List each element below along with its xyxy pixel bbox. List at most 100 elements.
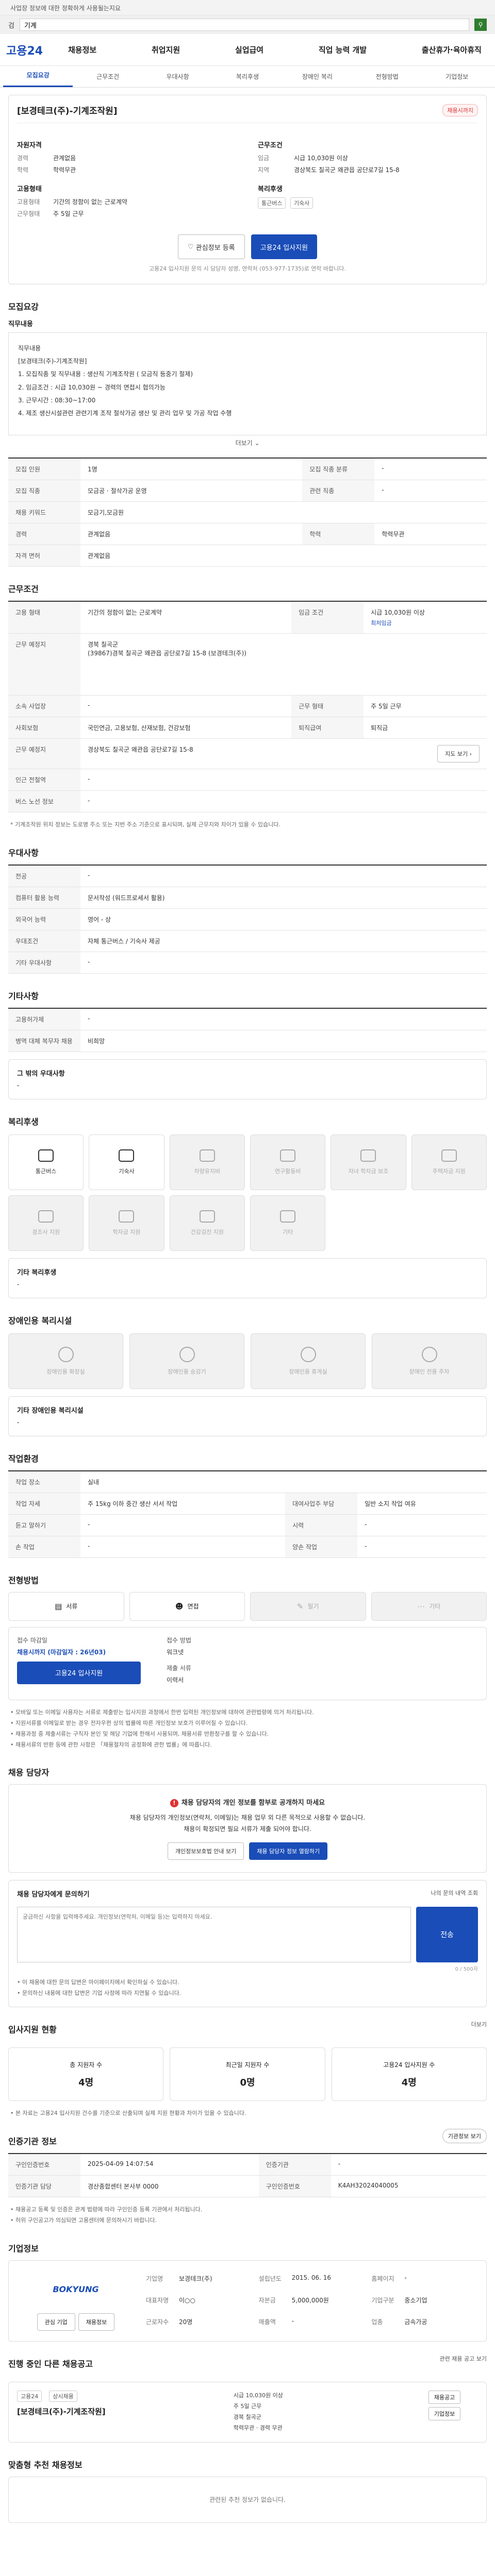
summary-right: 근무조건 임금 시급 10,030원 이상 지역 경상북도 칠곡군 왜관읍 공단로7…: [258, 130, 478, 221]
table-row: 채용 키워드 모금기,모금원: [8, 501, 487, 523]
gnb-item-parental-leave[interactable]: 출산휴가·육아휴직: [422, 44, 482, 55]
company-row: 기업명 보경테크(주): [146, 2275, 212, 2283]
apply-right: 접수 방법 워크넷 제출 서류 이력서: [167, 1636, 191, 1684]
table-row: 인근 전철역 -: [8, 769, 487, 791]
bus-icon: [38, 1149, 54, 1162]
related-job-button[interactable]: 채용공고: [428, 2391, 461, 2404]
tab-benefits[interactable]: 복리후생: [212, 66, 282, 87]
summary-row: 임금 시급 10,030원 이상: [258, 155, 348, 162]
magnifier-icon[interactable]: ⚲: [474, 19, 487, 31]
tab-work-conditions[interactable]: 근무조건: [73, 66, 142, 87]
disability-title: 장애인용 복리시설: [8, 1315, 72, 1326]
related-link[interactable]: 관련 채용 공고 보기: [440, 2354, 487, 2363]
stat-card: 총 지원자 수 4명: [8, 2047, 164, 2102]
top-banner: 사업장 정보에 대한 정확하게 사용될는지요: [0, 0, 495, 15]
section-tabs: 모집요강 근무조건 우대사항 복리후생 장애인 복리 전형방법 기업정보: [0, 66, 495, 88]
gnb-item-vocational-training[interactable]: 직업 능력 개발: [319, 44, 367, 55]
benefit-card: 통근버스: [8, 1134, 84, 1190]
graduation-icon: [119, 1210, 135, 1223]
related-job-card[interactable]: 고용24 상시채용 [보경테크(주)-기계조작원] 시급 10,030원 이상 …: [8, 2382, 487, 2443]
table-row: 인증기관 담당 경산종합센터 본사부 0000 구인인증번호 K4AH32024040…: [8, 2175, 487, 2198]
map-button[interactable]: 지도 보기 ›: [437, 745, 480, 762]
table-row: 작업 자세 주 15kg 이하 중간 생산 서서 작업 대여사업주 부담 일반 소지 …: [8, 1493, 487, 1515]
org-title: 인증기관 정보: [8, 2137, 57, 2147]
inquiry-history-link[interactable]: 나의 문의 내역 조회: [431, 1889, 478, 1903]
benefit-badge: 통근버스: [258, 197, 286, 209]
recommend-empty: 관련된 추천 정보가 없습니다.: [8, 2476, 487, 2523]
org-info-button[interactable]: 기관정보 보기: [442, 2129, 487, 2144]
flask-icon: [280, 1149, 296, 1162]
benefits-title: 복리후생: [8, 1116, 39, 1127]
company-row: 기업구분 중소기업: [371, 2297, 427, 2304]
env-section: 작업환경 작업 장소 실내 작업 자세 주 15kg 이하 중간 생산 서서 작업 대…: [8, 1452, 487, 1558]
tab-recruit[interactable]: 모집요강: [3, 64, 73, 87]
dots-icon: ⋯: [417, 1601, 425, 1611]
org-table: 구인인증번호 2025-04-09 14:07:54 인증기관 - 인증기관 담당 경산…: [8, 2153, 487, 2198]
tab-disability-facilities[interactable]: 장애인 복리: [283, 66, 352, 87]
summary-grid: 자원자격 경력 관계없음 학력 학력무관 고용형태 고용형태 기간의 정함이 없는 근…: [17, 130, 478, 221]
summary-left: 자원자격 경력 관계없음 학력 학력무관 고용형태 고용형태 기간의 정함이 없는 근…: [17, 130, 237, 221]
inquiry-send-button[interactable]: 전송: [416, 1906, 478, 1962]
disability-detail-box: 기타 장애인용 복리시설 -: [8, 1396, 487, 1436]
related-company-button[interactable]: 기업정보: [428, 2407, 461, 2421]
table-row: 고용 형태 기간의 정함이 없는 근로계약 임금 조건 시급 10,030원 이상 최저…: [8, 601, 487, 634]
manager-section: 채용 담당자 ! 채용 담당자의 개인 정보를 함부로 공개하지 마세요 채용 담…: [8, 1766, 487, 2008]
selection-section: 전형방법 ▤ 서류 ☻ 면접 ✎ 필기 ⋯ 기타 접수 마감일 채용시까지 (마감일자 …: [8, 1573, 487, 1751]
table-row: 경력 관계없음 학력 학력무관: [8, 523, 487, 545]
recruit-section: 모집요강 직무내용 직무내용 [보경테크(주)-기계조작원] 1. 모집직종 및…: [8, 300, 487, 567]
tab-company[interactable]: 기업정보: [422, 66, 492, 87]
company-jobs-button[interactable]: 채용정보: [78, 2313, 115, 2331]
related-title: 진행 중인 다른 채용공고: [8, 2359, 93, 2369]
inquiry-input[interactable]: [17, 1906, 411, 1962]
apply-button[interactable]: 고용24 입사지원: [251, 234, 318, 259]
gnb-item-unemployment-benefit[interactable]: 실업급여: [235, 44, 263, 55]
manager-title: 채용 담당자: [8, 1768, 50, 1778]
heart-icon: ♡: [187, 243, 196, 251]
stats-more-link[interactable]: 더보기: [471, 2020, 487, 2028]
scrap-button[interactable]: ♡ 관심정보 등록: [177, 234, 245, 259]
table-row: 사회보험 국민연금, 고용보험, 산재보험, 건강보험 퇴직급여 퇴직금: [8, 717, 487, 739]
apply-submit-button[interactable]: 고용24 입사지원: [17, 1661, 141, 1684]
extra-preference-box: 그 밖의 우대사항 -: [8, 1059, 487, 1099]
favorite-company-button[interactable]: 관심 기업: [37, 2313, 75, 2331]
method-other: ⋯ 기타: [371, 1591, 487, 1621]
stats-row: 총 지원자 수 4명 최근일 지원자 수 0명 고용24 입사지원 수 4명: [8, 2047, 487, 2102]
company-title: 기업정보: [8, 2244, 39, 2254]
benefit-detail-box: 기타 복리후생 -: [8, 1258, 487, 1298]
disability-card: 장애인용 휴게실: [251, 1333, 366, 1389]
chevron-right-icon: ›: [469, 751, 472, 757]
disability-card: 장애인용 화장실: [8, 1333, 123, 1389]
benefit-badges: 통근버스 기숙사: [258, 197, 478, 209]
gnb-item-job-info[interactable]: 채용정보: [68, 44, 96, 55]
site-logo[interactable]: 고용24: [6, 42, 53, 58]
company-row: 매출액 -: [258, 2317, 294, 2326]
work-condition-heading: 근무조건: [258, 142, 283, 149]
prefer-table: 전공 - 컴퓨터 활용 능력 문서작성 (워드프로세서 활용) 외국어 능력 영어 -…: [8, 864, 487, 974]
view-manager-button[interactable]: 채용 담당자 정보 열람하기: [249, 1842, 328, 1860]
company-row: 설립년도 2015. 06. 16: [258, 2274, 331, 2283]
company-row: 자본금 5,000,000원: [258, 2297, 329, 2304]
prefer-section: 우대사항 전공 - 컴퓨터 활용 능력 문서작성 (워드프로세서 활용) 외국어 능…: [8, 846, 487, 974]
tab-selection[interactable]: 전형방법: [352, 66, 422, 87]
disability-card: 장애인용 승강기: [129, 1333, 244, 1389]
work-footnote: * 기계조작원 위치 정보는 도로명 주소 또는 지번 주소 기준으로 표시되며…: [10, 821, 280, 828]
table-row: 근무 예정지 경상북도 칠곡군 왜관읍 공단로7길 15-8 지도 보기 ›: [8, 738, 487, 769]
table-row: 소속 사업장 - 근무 형태 주 5일 근무: [8, 695, 487, 717]
toilet-icon: [58, 1346, 74, 1362]
privacy-guide-button[interactable]: 개인정보보호법 안내 보기: [167, 1842, 244, 1860]
table-row: 고용허가제 -: [8, 1008, 487, 1030]
tab-preferences[interactable]: 우대사항: [143, 66, 212, 87]
search-input[interactable]: [19, 19, 469, 31]
more-button[interactable]: 더보기 ⌄: [8, 435, 487, 450]
global-nav: 고용24 채용정보 취업지원 실업급여 직업 능력 개발 출산휴가·육아휴직: [0, 34, 495, 66]
employment-type-heading: 고용형태: [17, 185, 42, 193]
gift-icon: [38, 1210, 54, 1223]
inquiry-box: 채용 담당자에게 문의하기 나의 문의 내역 조회 전송 0 / 500자 • …: [8, 1879, 487, 2008]
summary-card: [보경테크(주)-기계조작원] 채용시까지 자원자격 경력 관계없음 학력 학력무관…: [8, 95, 487, 284]
bed-icon: [119, 1149, 135, 1162]
benefit-grid: 통근버스 기숙사 차량유지비 연구활동비 자녀 학자금 보조 주택자금 지원 경…: [8, 1134, 487, 1251]
stat-card: 고용24 입사지원 수 4명: [331, 2047, 487, 2102]
gnb-item-employment-support[interactable]: 취업지원: [152, 44, 180, 55]
summary-row: 지역 경상북도 칠곡군 왜관읍 공단로7길 15-8: [258, 166, 400, 174]
pencil-icon: ✎: [296, 1601, 304, 1611]
